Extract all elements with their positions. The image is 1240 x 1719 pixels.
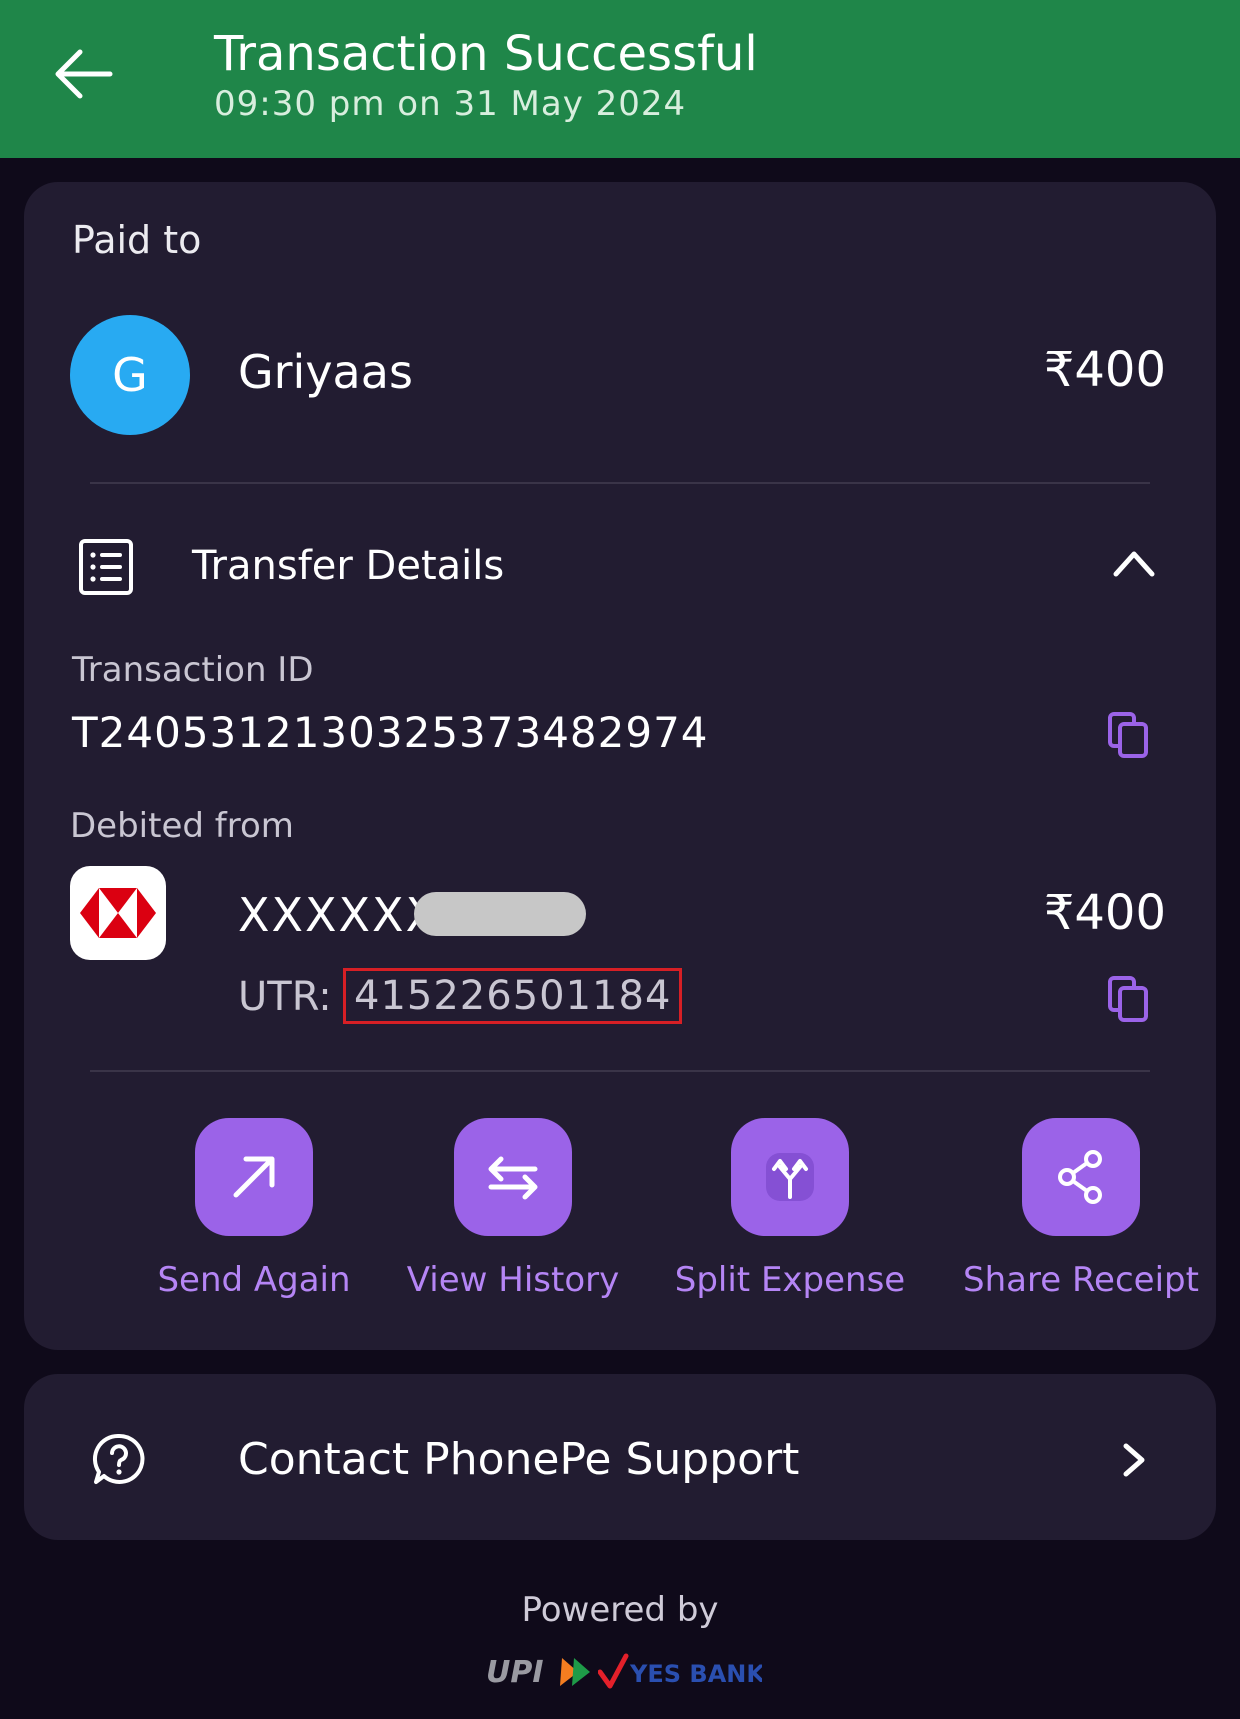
bank-logo [70, 866, 166, 960]
yes-bank-logo-text: YES BANK [629, 1660, 762, 1688]
arrow-left-icon[interactable] [52, 46, 114, 102]
share-receipt-button[interactable]: Share Receipt [961, 1118, 1201, 1308]
transaction-timestamp: 09:30 pm on 31 May 2024 [214, 84, 687, 124]
yes-bank-logo: YES BANK [598, 1653, 762, 1689]
payee-name: Griyaas [238, 345, 413, 399]
copy-icon[interactable] [1106, 710, 1150, 760]
swap-arrows-icon [488, 1156, 538, 1200]
hsbc-hexagon-icon [80, 888, 156, 938]
utr-value: 415226501184 [343, 968, 683, 1024]
share-receipt-icon-tile [1022, 1118, 1140, 1236]
split-expense-label: Split Expense [674, 1260, 906, 1300]
avatar-letter: G [112, 348, 148, 402]
avatar: G [70, 315, 190, 435]
share-receipt-label: Share Receipt [963, 1260, 1199, 1300]
divider [90, 482, 1150, 484]
top-app-bar: Transaction Successful 09:30 pm on 31 Ma… [0, 0, 1240, 158]
transaction-id: T2405312130325373482974 [72, 708, 709, 757]
upi-logo: UPI [486, 1655, 590, 1690]
share-icon [1058, 1150, 1102, 1204]
paid-to-label: Paid to [72, 218, 202, 262]
divider [90, 1070, 1150, 1072]
view-history-button[interactable]: View History [393, 1118, 633, 1308]
transaction-id-label: Transaction ID [72, 650, 314, 690]
powered-by-label: Powered by [521, 1590, 719, 1630]
utr-label: UTR: [238, 974, 332, 1020]
page-title: Transaction Successful [214, 26, 758, 82]
copy-icon[interactable] [1106, 974, 1150, 1024]
send-again-label: Send Again [157, 1260, 351, 1300]
debited-from-label: Debited from [70, 806, 294, 846]
send-again-button[interactable]: Send Again [134, 1118, 374, 1308]
help-chat-icon [93, 1433, 145, 1484]
chevron-up-icon[interactable] [1112, 548, 1156, 578]
contact-support-label[interactable]: Contact PhonePe Support [238, 1434, 799, 1485]
account-number: XXXXXX [238, 888, 440, 942]
transfer-details-heading[interactable]: Transfer Details [192, 543, 504, 589]
receipt-list-icon [79, 539, 133, 595]
view-history-icon-tile [454, 1118, 572, 1236]
arrow-up-right-icon [233, 1156, 275, 1198]
chevron-right-icon[interactable] [1122, 1442, 1146, 1478]
redaction-mask [414, 892, 586, 936]
send-again-icon-tile [195, 1118, 313, 1236]
view-history-label: View History [406, 1260, 620, 1300]
split-expense-icon-tile [731, 1118, 849, 1236]
split-icon [766, 1153, 814, 1201]
split-expense-button[interactable]: Split Expense [670, 1118, 910, 1308]
upi-logo-text: UPI [486, 1655, 544, 1690]
payment-amount: ₹400 [1043, 342, 1166, 398]
debit-amount: ₹400 [1043, 885, 1166, 941]
